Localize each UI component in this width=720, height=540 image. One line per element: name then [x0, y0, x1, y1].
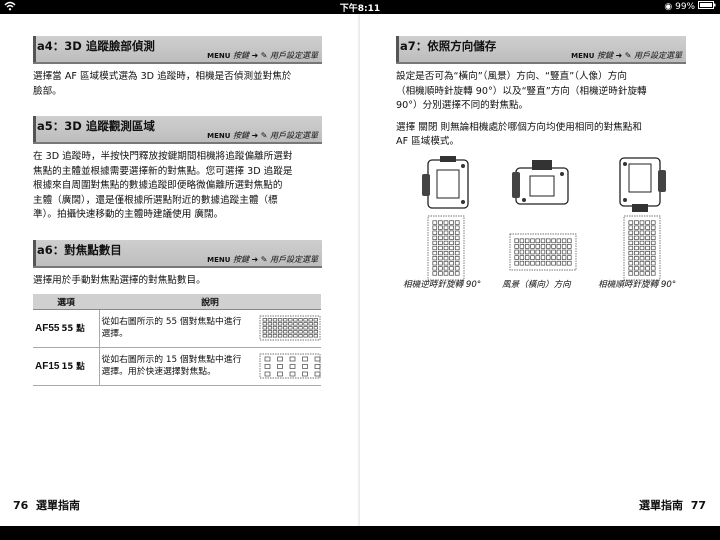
status-right: ◉ 99%: [664, 1, 716, 12]
bottom-bar: [0, 526, 720, 540]
section-body: 選擇當 AF 區域模式選為 3D 追蹤時，相機是否偵測並對焦於 臉部。: [33, 71, 292, 97]
rotation-lock-icon: ◉: [664, 2, 673, 12]
camera-rotated-cw-icon: [619, 157, 666, 212]
section-title: a7：依照方向儲存: [400, 39, 497, 53]
section-body: 設定是否可為“橫向”（風景）方向、“豎直”（人像）方向 （相機順時針旋轉 90°…: [396, 71, 647, 147]
status-time: 下午8:11: [339, 4, 381, 14]
status-bar: 下午8:11 ◉ 99%: [0, 0, 720, 14]
section-a5: a5：3D 追蹤觀測區域 MENU 按鍵 ➜ ✎ 用戶設定選單 在 3D 追蹤時…: [33, 116, 322, 223]
options-table: 選項 說明 AF55 55 點 從如右圖所示的 55 個對焦點中進行 選擇。 AF1…: [33, 294, 321, 386]
caption-cw: 相機順時針旋轉 90°: [598, 280, 677, 290]
battery-percent: 99%: [675, 2, 696, 12]
section-header: a5：3D 追蹤觀測區域 MENU 按鍵 ➜ ✎ 用戶設定選單: [33, 116, 322, 144]
menu-breadcrumb: MENU 按鍵 ➜ ✎ 用戶設定選單: [207, 255, 318, 264]
description-cell: 從如右圖所示的 55 個對焦點中進行 選擇。: [99, 309, 321, 348]
page-footer-right: 選單指南 77: [639, 497, 706, 513]
description-cell: 從如右圖所示的 15 個對焦點中進行 選擇。用於快速選擇對焦點。: [99, 347, 321, 386]
footer-title: 選單指南: [639, 499, 684, 512]
menu-breadcrumb: MENU 按鍵 ➜ ✎ 用戶設定選單: [571, 51, 682, 60]
caption-landscape: 風景（橫向）方向: [502, 280, 571, 290]
section-title: a4：3D 追蹤臉部偵測: [37, 39, 155, 53]
section-a7: a7：依照方向儲存 MENU 按鍵 ➜ ✎ 用戶設定選單 設定是否可為“橫向”（…: [396, 36, 686, 150]
section-header: a4：3D 追蹤臉部偵測 MENU 按鍵 ➜ ✎ 用戶設定選單: [33, 36, 322, 64]
caption-ccw: 相機逆時針旋轉 90°: [403, 280, 482, 290]
af15-points-diagram-icon: [259, 353, 321, 379]
section-header: a7：依照方向儲存 MENU 按鍵 ➜ ✎ 用戶設定選單: [396, 36, 686, 64]
menu-breadcrumb: MENU 按鍵 ➜ ✎ 用戶設定選單: [207, 51, 318, 60]
af-points-landscape-icon: [509, 233, 577, 271]
camera-rotated-ccw-icon: [422, 156, 469, 209]
orientation-diagram: [422, 156, 666, 281]
option-cell: AF15 15 點: [33, 347, 100, 386]
section-a6: a6：對焦點數目 MENU 按鍵 ➜ ✎ 用戶設定選單 選擇用於手動對焦點選擇的…: [33, 240, 322, 289]
page-number: 76: [13, 499, 29, 512]
options-table-wrap: 選項 說明 AF55 55 點 從如右圖所示的 55 個對焦點中進行 選擇。 AF1…: [33, 294, 321, 386]
af-points-portrait-cw-icon: [623, 215, 661, 281]
left-page: a4：3D 追蹤臉部偵測 MENU 按鍵 ➜ ✎ 用戶設定選單 選擇當 AF 區…: [0, 14, 360, 526]
af55-points-diagram-icon: [259, 315, 321, 341]
camera-landscape-icon: [512, 160, 569, 205]
section-body: 在 3D 追蹤時，半按快門釋放按鍵期間相機將追蹤偏離所選對 焦點的主體並根據需要…: [33, 151, 293, 220]
column-header-description: 說明: [99, 294, 321, 310]
section-header: a6：對焦點數目 MENU 按鍵 ➜ ✎ 用戶設定選單: [33, 240, 322, 268]
option-cell: AF55 55 點: [33, 309, 100, 348]
footer-title: 選單指南: [35, 499, 80, 512]
section-body: 選擇用於手動對焦點選擇的對焦點數目。: [33, 275, 206, 286]
menu-breadcrumb: MENU 按鍵 ➜ ✎ 用戶設定選單: [207, 131, 318, 140]
page-footer-left: 76 選單指南: [13, 497, 80, 513]
section-title: a5：3D 追蹤觀測區域: [37, 119, 155, 133]
section-a4: a4：3D 追蹤臉部偵測 MENU 按鍵 ➜ ✎ 用戶設定選單 選擇當 AF 區…: [33, 36, 322, 99]
page-number: 77: [690, 499, 706, 512]
battery-icon: [698, 1, 716, 12]
column-header-option: 選項: [33, 294, 99, 310]
af-points-portrait-ccw-icon: [427, 215, 465, 281]
section-title: a6：對焦點數目: [37, 243, 122, 257]
table-row: AF15 15 點 從如右圖所示的 15 個對焦點中進行 選擇。用於快速選擇對焦點。: [33, 347, 321, 386]
table-row: AF55 55 點 從如右圖所示的 55 個對焦點中進行 選擇。: [33, 309, 321, 348]
